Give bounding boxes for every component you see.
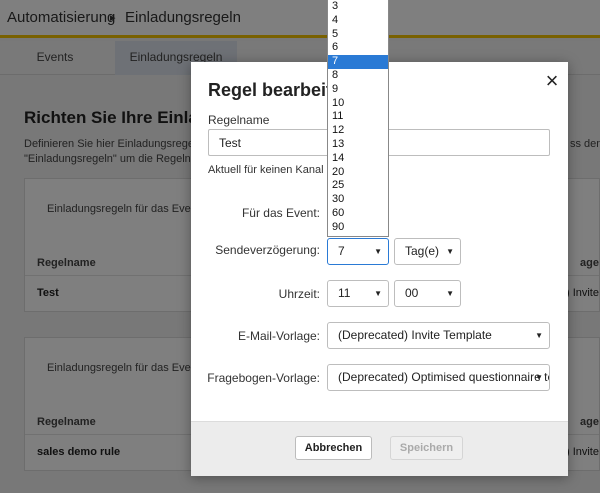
save-button[interactable]: Speichern [390,436,463,460]
channel-status-text: Aktuell für keinen Kanal a [208,164,333,176]
survey-template-select[interactable]: (Deprecated) Optimised questionnaire tem… [327,364,550,391]
dropdown-option[interactable]: 30 [328,193,388,207]
dropdown-option[interactable]: 8 [328,69,388,83]
dropdown-option[interactable]: 10 [328,97,388,111]
chevron-down-icon: ▼ [446,247,454,256]
send-delay-select[interactable]: 7 ▼ [327,238,389,265]
delay-unit-select[interactable]: Tag(e) ▼ [394,238,461,265]
chevron-down-icon: ▼ [535,331,543,340]
dropdown-option[interactable]: 20 [328,166,388,180]
time-label: Uhrzeit: [278,287,320,301]
send-delay-label: Sendeverzögerung: [215,243,320,257]
dropdown-option[interactable]: 4 [328,14,388,28]
time-minute-value: 00 [405,286,419,300]
dropdown-option[interactable]: 25 [328,179,388,193]
dialog-footer: Abbrechen Speichern [191,421,568,476]
event-label: Für das Event: [241,206,320,220]
dropdown-option[interactable]: 7 [328,55,388,69]
dropdown-option[interactable]: 60 [328,207,388,221]
dropdown-option[interactable]: 5 [328,28,388,42]
chevron-down-icon: ▼ [446,289,454,298]
dropdown-option[interactable]: 9 [328,83,388,97]
survey-template-label: Fragebogen-Vorlage: [207,371,320,385]
email-template-select[interactable]: (Deprecated) Invite Template ▼ [327,322,550,349]
close-icon[interactable]: × [542,70,562,92]
chevron-down-icon: ▼ [374,247,382,256]
cancel-button[interactable]: Abbrechen [295,436,372,460]
dropdown-option[interactable]: 11 [328,110,388,124]
dropdown-option[interactable]: 12 [328,124,388,138]
delay-unit-value: Tag(e) [405,244,440,258]
dropdown-option[interactable]: 90 [328,221,388,235]
chevron-down-icon: ▼ [535,373,543,382]
time-hour-value: 11 [338,286,351,300]
email-template-label: E-Mail-Vorlage: [237,329,320,343]
send-delay-dropdown-list[interactable]: 3 4 5 6 7 8 9 10 11 12 13 14 20 25 30 60 90 [327,0,389,237]
rule-name-label: Regelname [208,113,270,127]
dropdown-option[interactable]: 13 [328,138,388,152]
dropdown-option[interactable]: 6 [328,41,388,55]
survey-template-value: (Deprecated) Optimised questionnaire tem [338,370,550,384]
dropdown-option[interactable]: 14 [328,152,388,166]
chevron-down-icon: ▼ [374,289,382,298]
send-delay-value: 7 [338,244,345,258]
time-minute-select[interactable]: 00 ▼ [394,280,461,307]
time-hour-select[interactable]: 11 ▼ [327,280,389,307]
email-template-value: (Deprecated) Invite Template [338,328,492,342]
dropdown-option[interactable]: 3 [328,0,388,14]
